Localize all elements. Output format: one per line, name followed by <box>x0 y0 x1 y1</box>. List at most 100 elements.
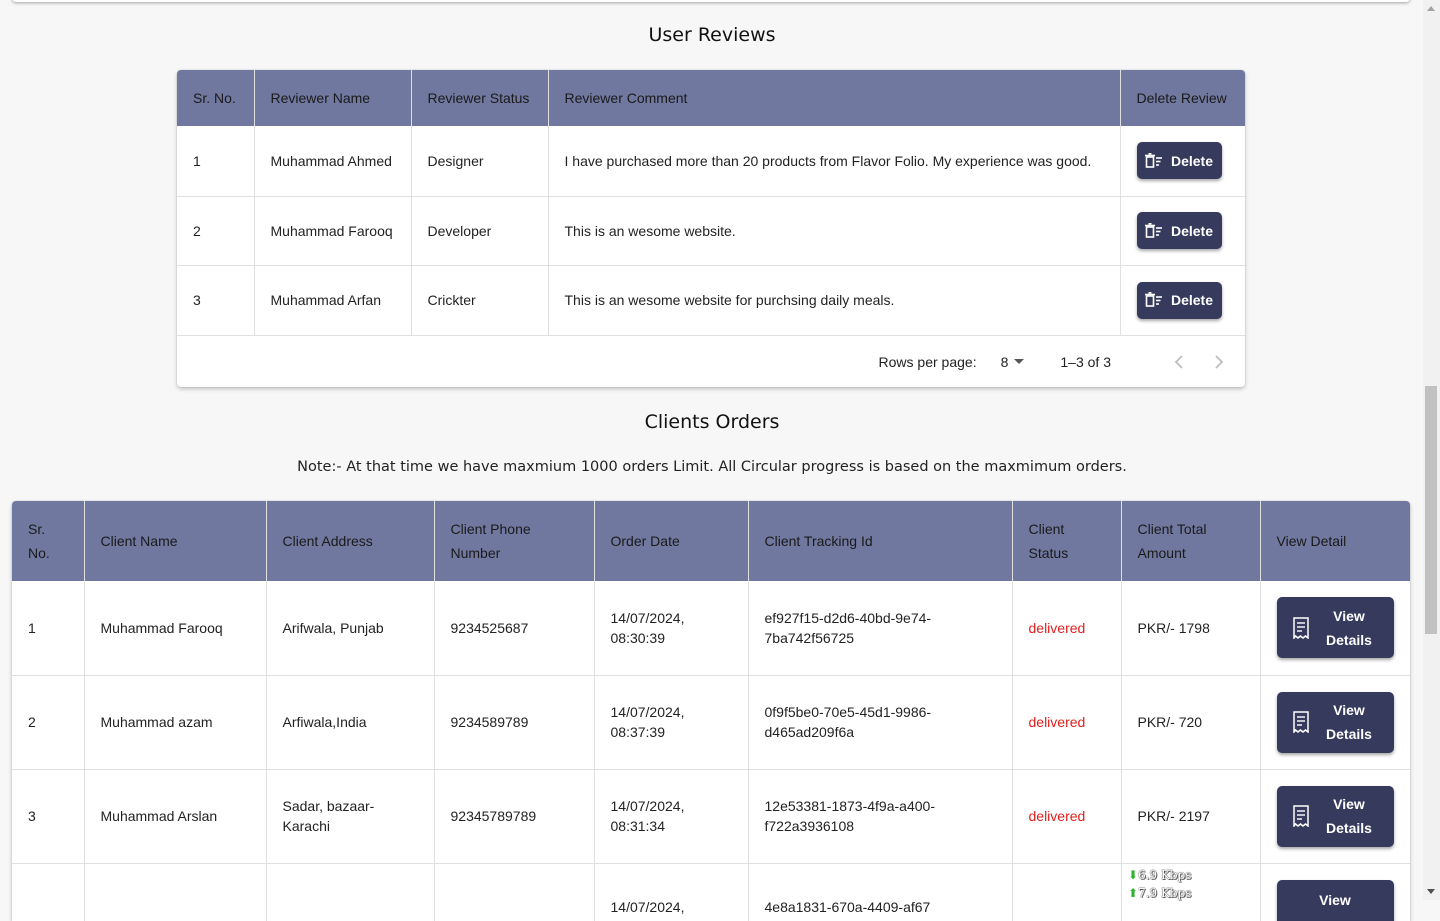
cell-view-detail: View Details <box>1260 675 1410 769</box>
chevron-left-icon <box>1174 355 1184 369</box>
download-speed: ⬇6.9 Kbps <box>1128 866 1191 884</box>
reviews-section-title: User Reviews <box>0 24 1424 46</box>
cell-reviewer-name: Muhammad Arfan <box>254 265 411 335</box>
cell-order-date: 14/07/2024, 08:30:39 <box>594 581 748 675</box>
cell-client-status: delivered <box>1012 581 1121 675</box>
cell-reviewer-name: Muhammad Ahmed <box>254 126 411 196</box>
cell-client-name <box>84 863 266 921</box>
cell-tracking-id: 4e8a1831-670a-4409-af67 <box>748 863 1012 921</box>
cell-client-address: Sadar, bazaar-Karachi <box>266 769 434 863</box>
table-row: 2 Muhammad Farooq Developer This is an w… <box>177 196 1245 265</box>
delete-button-label: Delete <box>1171 290 1213 310</box>
view-details-button[interactable]: View Details <box>1277 692 1394 753</box>
cell-client-address <box>266 863 434 921</box>
rows-per-page-value: 8 <box>1001 354 1009 370</box>
column-header-sr-no[interactable]: Sr. No. <box>177 70 254 126</box>
column-header-reviewer-comment[interactable]: Reviewer Comment <box>548 70 1120 126</box>
cell-delete: Delete <box>1120 126 1245 196</box>
cell-client-address: Arfiwala,India <box>266 675 434 769</box>
cell-tracking-id: 12e53381-1873-4f9a-a400-f722a3936108 <box>748 769 1012 863</box>
pagination-range: 1–3 of 3 <box>1060 354 1111 370</box>
cell-tracking-id: 0f9f5be0-70e5-45d1-9986-d465ad209f6a <box>748 675 1012 769</box>
caret-down-icon <box>1014 359 1024 365</box>
delete-button-label: Delete <box>1171 221 1213 241</box>
cell-client-phone <box>434 863 594 921</box>
cell-reviewer-status: Developer <box>411 196 548 265</box>
delete-sweep-icon <box>1145 223 1163 239</box>
next-page-button[interactable] <box>1207 350 1231 374</box>
column-header-client-status[interactable]: Client Status <box>1012 501 1121 581</box>
cell-reviewer-comment: I have purchased more than 20 products f… <box>548 126 1120 196</box>
column-header-client-address[interactable]: Client Address <box>266 501 434 581</box>
column-header-reviewer-status[interactable]: Reviewer Status <box>411 70 548 126</box>
scroll-down-arrow-icon[interactable] <box>1427 889 1435 894</box>
receipt-icon <box>1292 805 1310 827</box>
view-details-label: View Details <box>1320 792 1378 840</box>
scroll-up-arrow-icon[interactable] <box>1427 6 1435 11</box>
previous-page-button[interactable] <box>1167 350 1191 374</box>
view-details-button[interactable]: View <box>1277 880 1394 921</box>
cell-reviewer-comment: This is an wesome website. <box>548 196 1120 265</box>
table-row: 1 Muhammad Ahmed Designer I have purchas… <box>177 126 1245 196</box>
cell-reviewer-name: Muhammad Farooq <box>254 196 411 265</box>
reviews-header-row: Sr. No. Reviewer Name Reviewer Status Re… <box>177 70 1245 126</box>
table-row: 3 Muhammad Arfan Crickter This is an wes… <box>177 265 1245 335</box>
upload-speed: ⬆7.9 Kbps <box>1128 884 1191 902</box>
orders-note: Note:- At that time we have maxmium 1000… <box>0 459 1424 475</box>
delete-review-button[interactable]: Delete <box>1137 212 1222 249</box>
cell-reviewer-status: Designer <box>411 126 548 196</box>
column-header-sr-no[interactable]: Sr. No. <box>12 501 84 581</box>
view-details-button[interactable]: View Details <box>1277 786 1394 847</box>
view-details-label: View Details <box>1320 604 1378 652</box>
rows-per-page-select[interactable]: 8 <box>1001 354 1025 370</box>
cell-client-phone: 9234525687 <box>434 581 594 675</box>
column-header-client-name[interactable]: Client Name <box>84 501 266 581</box>
cell-view-detail: View Details <box>1260 581 1410 675</box>
cell-sr-no: 2 <box>177 196 254 265</box>
cell-client-name: Muhammad Arslan <box>84 769 266 863</box>
upload-arrow-icon: ⬆ <box>1128 886 1138 900</box>
cell-sr-no: 2 <box>12 675 84 769</box>
cell-sr-no: 3 <box>177 265 254 335</box>
cell-client-name: Muhammad Farooq <box>84 581 266 675</box>
column-header-order-date[interactable]: Order Date <box>594 501 748 581</box>
column-header-view-detail[interactable]: View Detail <box>1260 501 1410 581</box>
delete-sweep-icon <box>1145 153 1163 169</box>
cell-total-amount: PKR/- 2197 <box>1121 769 1260 863</box>
cell-delete: Delete <box>1120 265 1245 335</box>
orders-header-row: Sr. No. Client Name Client Address Clien… <box>12 501 1410 581</box>
page-scrollbar[interactable] <box>1423 0 1440 900</box>
cell-sr-no: 1 <box>177 126 254 196</box>
reviews-table: Sr. No. Reviewer Name Reviewer Status Re… <box>177 70 1245 336</box>
column-header-reviewer-name[interactable]: Reviewer Name <box>254 70 411 126</box>
table-row: 14/07/2024, 4e8a1831-670a-4409-af67 View <box>12 863 1410 921</box>
reviews-pagination: Rows per page: 8 1–3 of 3 <box>177 336 1245 388</box>
table-row: 2 Muhammad azam Arfiwala,India 923458978… <box>12 675 1410 769</box>
cell-client-address: Arifwala, Punjab <box>266 581 434 675</box>
column-header-tracking-id[interactable]: Client Tracking Id <box>748 501 1012 581</box>
cell-total-amount: PKR/- 1798 <box>1121 581 1260 675</box>
cell-sr-no <box>12 863 84 921</box>
table-row: 3 Muhammad Arslan Sadar, bazaar-Karachi … <box>12 769 1410 863</box>
cell-reviewer-comment: This is an wesome website for purchsing … <box>548 265 1120 335</box>
cell-client-phone: 9234589789 <box>434 675 594 769</box>
scrollbar-thumb[interactable] <box>1425 386 1437 634</box>
receipt-icon <box>1292 617 1310 639</box>
view-details-button[interactable]: View Details <box>1277 597 1394 658</box>
delete-review-button[interactable]: Delete <box>1137 142 1222 179</box>
download-arrow-icon: ⬇ <box>1128 868 1138 882</box>
cell-sr-no: 3 <box>12 769 84 863</box>
cell-total-amount: PKR/- 720 <box>1121 675 1260 769</box>
cell-client-status: delivered <box>1012 769 1121 863</box>
cell-view-detail: View <box>1260 863 1410 921</box>
cell-order-date: 14/07/2024, 08:37:39 <box>594 675 748 769</box>
cell-client-name: Muhammad azam <box>84 675 266 769</box>
delete-button-label: Delete <box>1171 151 1213 171</box>
delete-review-button[interactable]: Delete <box>1137 282 1222 319</box>
column-header-delete-review[interactable]: Delete Review <box>1120 70 1245 126</box>
column-header-total-amount[interactable]: Client Total Amount <box>1121 501 1260 581</box>
chevron-right-icon <box>1214 355 1224 369</box>
column-header-client-phone[interactable]: Client Phone Number <box>434 501 594 581</box>
download-speed-value: 6.9 Kbps <box>1138 868 1191 882</box>
table-row: 1 Muhammad Farooq Arifwala, Punjab 92345… <box>12 581 1410 675</box>
